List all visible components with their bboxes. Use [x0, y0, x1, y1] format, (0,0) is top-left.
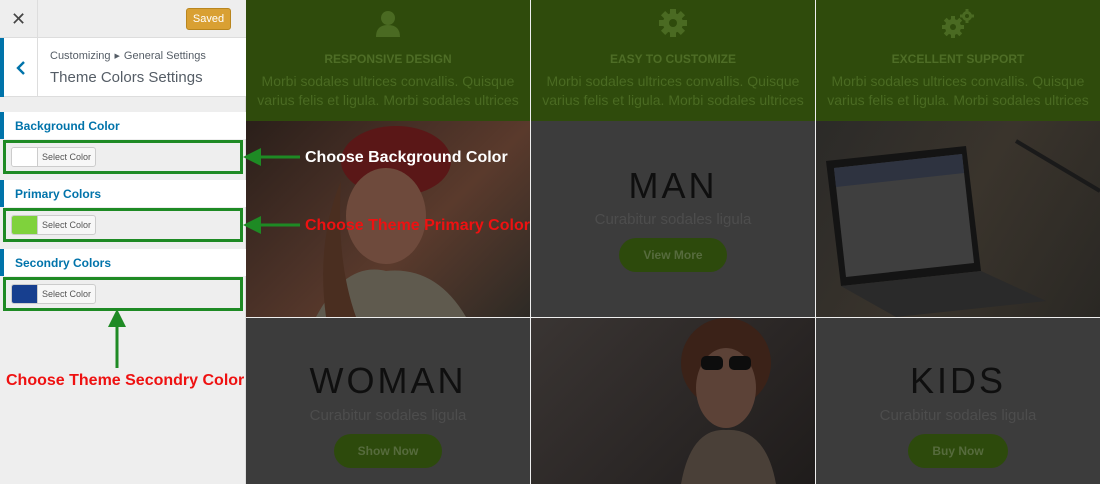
- man-category-tile: MAN Curabitur sodales ligula View More: [531, 121, 815, 317]
- select-color-label: Select Color: [41, 152, 92, 162]
- select-color-label: Select Color: [41, 289, 92, 299]
- sunglasses-photo-tile: [531, 318, 815, 484]
- laptop-photo: [826, 139, 1100, 317]
- breadcrumb-current: General Settings: [123, 50, 206, 62]
- site-preview: RESPONSIVE DESIGN Morbi sodales ultrices…: [246, 0, 1100, 484]
- breadcrumb-root: Customizing: [50, 50, 111, 62]
- secondary-color-picker-button[interactable]: Select Color: [11, 284, 96, 304]
- annotation-background-color: Choose Background Color: [305, 149, 508, 166]
- tile-subtitle: Curabitur sodales ligula: [309, 407, 467, 424]
- feature-box: RESPONSIVE DESIGN Morbi sodales ultrices…: [246, 0, 530, 121]
- woman-category-tile: WOMAN Curabitur sodales ligula Show Now: [246, 318, 530, 484]
- breadcrumb-separator-icon: ▶: [114, 53, 120, 60]
- background-color-picker-button[interactable]: Select Color: [11, 147, 96, 167]
- feature-box: EXCELLENT SUPPORT Morbi sodales ultrices…: [816, 0, 1100, 121]
- secondary-color-control: Select Color: [3, 277, 243, 311]
- customizer-sidebar: ✕ Saved Customizing ▶ General Settings The…: [0, 0, 246, 484]
- user-icon: [376, 11, 400, 37]
- primary-color-picker-button[interactable]: Select Color: [11, 215, 96, 235]
- close-button[interactable]: ✕: [0, 0, 38, 38]
- secondary-color-swatch: [12, 285, 38, 303]
- primary-colors-label: Primary Colors: [0, 180, 246, 207]
- laptop-photo-tile: [816, 121, 1100, 317]
- customizer-header: ✕ Saved: [0, 0, 246, 38]
- tile-heading: KIDS: [909, 360, 1007, 401]
- tile-subtitle: Curabitur sodales ligula: [594, 211, 752, 228]
- feature-text: Morbi sodales ultrices convallis. Quisqu…: [827, 73, 1089, 108]
- background-color-label: Background Color: [0, 112, 246, 139]
- select-color-label: Select Color: [41, 220, 92, 230]
- feature-text: Morbi sodales ultrices convallis. Quisqu…: [257, 73, 519, 108]
- chevron-left-icon: [15, 60, 25, 75]
- feature-box: EASY TO CUSTOMIZE Morbi sodales ultrices…: [531, 0, 815, 121]
- page-title: Theme Colors Settings: [50, 69, 203, 86]
- tile-subtitle: Curabitur sodales ligula: [879, 407, 1037, 424]
- show-now-button[interactable]: Show Now: [334, 434, 442, 468]
- buy-now-button[interactable]: Buy Now: [908, 434, 1008, 468]
- back-button[interactable]: [0, 38, 38, 97]
- saved-button[interactable]: Saved: [186, 8, 231, 30]
- gears-icon: [942, 9, 974, 38]
- primary-color-swatch: [12, 216, 38, 234]
- feature-title: EXCELLENT SUPPORT: [891, 52, 1025, 66]
- feature-title: EASY TO CUSTOMIZE: [609, 52, 737, 66]
- breadcrumb: Customizing ▶ General Settings: [50, 50, 206, 62]
- view-more-button[interactable]: View More: [619, 238, 727, 272]
- annotation-primary-color: Choose Theme Primary Color: [305, 217, 530, 234]
- feature-title: RESPONSIVE DESIGN: [324, 52, 452, 66]
- tile-heading: MAN: [628, 165, 718, 206]
- background-color-swatch: [12, 148, 38, 166]
- section-title-bar: Customizing ▶ General Settings Theme Color…: [0, 38, 246, 97]
- secondary-colors-label: Secondry Colors: [0, 249, 246, 276]
- primary-color-control: Select Color: [3, 208, 243, 242]
- background-color-control: Select Color: [3, 140, 243, 174]
- kids-category-tile: KIDS Curabitur sodales ligula Buy Now: [816, 318, 1100, 484]
- annotation-secondary-color: Choose Theme Secondry Color: [6, 372, 245, 389]
- gear-icon: [659, 9, 687, 37]
- tile-heading: WOMAN: [309, 360, 467, 401]
- feature-text: Morbi sodales ultrices convallis. Quisqu…: [542, 73, 804, 108]
- sunglasses-photo: [681, 318, 776, 484]
- close-icon: ✕: [10, 8, 27, 30]
